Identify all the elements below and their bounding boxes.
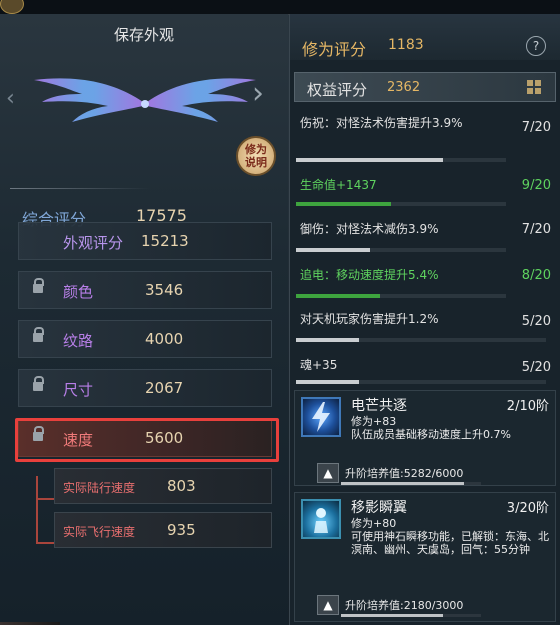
bonus-item: 魂+35 5/20 <box>290 348 560 390</box>
flight-speed-row: 实际飞行速度 935 <box>54 512 272 548</box>
stat-row-pattern[interactable]: 纹路 4000 <box>18 320 272 358</box>
skill-description: 修为+80 可使用神石瞬移功能，已解锁：东海、北溟南、幽州、天虞岛，回气：55分… <box>351 517 549 556</box>
bonus-count: 5/20 <box>521 360 551 375</box>
bonus-progress-fill <box>296 248 370 252</box>
bonus-item: 御伤：对怪法术减伤3.9% 7/20 <box>290 210 560 256</box>
bonus-progress-fill <box>296 380 359 384</box>
arrow-left-icon[interactable]: ‹ <box>6 86 15 111</box>
save-appearance-title[interactable]: 保存外观 <box>0 24 288 45</box>
bonus-text: 魂+35 <box>300 358 338 372</box>
bonus-text: 生命值+1437 <box>300 178 377 192</box>
rights-score-label: 权益评分 <box>307 81 368 99</box>
appearance-panel: 保存外观 ‹ › 修为说明 综合评分 17575 外观评分 15213 颜色 3… <box>0 0 560 625</box>
tree-connector <box>36 542 54 544</box>
upgrade-progress-text: 升阶培养值:5282/6000 <box>345 467 464 480</box>
bonus-count: 7/20 <box>521 120 551 135</box>
cultivation-header: 修为评分 1183 ? <box>290 14 560 60</box>
cultivation-right-panel: 修为评分 1183 ? 权益评分 2362 伤祝：对怪法术伤害提升3.9% 7/… <box>289 14 560 625</box>
skill-card[interactable]: 移影瞬翼 3/20阶 修为+80 可使用神石瞬移功能，已解锁：东海、北溟南、幽州… <box>294 492 556 622</box>
upgrade-arrow-icon[interactable]: ▲ <box>317 463 339 483</box>
bonus-item: 生命值+1437 9/20 <box>290 166 560 210</box>
cultivation-score-label: 修为评分 <box>302 40 367 59</box>
bonus-progress-track <box>296 338 546 342</box>
upgrade-progress-track <box>341 482 481 485</box>
bonus-item: 伤祝：对怪法术伤害提升3.9% 7/20 <box>290 108 560 166</box>
stat-label: 颜色 <box>63 283 94 301</box>
bonus-progress-fill <box>296 202 391 206</box>
bonus-text: 伤祝：对怪法术伤害提升3.9% <box>300 116 463 130</box>
help-icon[interactable]: ? <box>526 36 546 56</box>
bonus-count: 5/20 <box>521 314 551 329</box>
sub-stat-label: 实际飞行速度 <box>63 525 136 539</box>
bonus-text: 御伤：对怪法术减伤3.9% <box>300 222 439 236</box>
stat-label: 尺寸 <box>63 381 94 399</box>
sub-stat-label: 实际陆行速度 <box>63 481 136 495</box>
bonus-progress-track <box>296 380 546 384</box>
sub-stat-value: 803 <box>167 477 196 495</box>
bonus-text: 对天机玩家伤害提升1.2% <box>300 312 439 326</box>
skill-name: 电芒共逐 <box>351 398 407 414</box>
upgrade-progress-track <box>341 614 481 617</box>
lock-icon[interactable] <box>33 327 44 342</box>
wings-preview <box>34 78 256 122</box>
stat-label: 外观评分 <box>63 234 124 252</box>
bonus-count: 9/20 <box>521 178 551 193</box>
teleport-skill-icon[interactable] <box>301 499 341 539</box>
arrow-right-icon[interactable]: › <box>252 76 264 111</box>
stat-value: 15213 <box>141 232 189 250</box>
bonus-text: 追电：移动速度提升5.4% <box>300 268 439 282</box>
stat-value: 2067 <box>145 379 184 397</box>
upgrade-progress-fill <box>341 614 444 617</box>
tree-connector <box>36 498 54 500</box>
bonus-count: 7/20 <box>521 222 551 237</box>
skill-name: 移影瞬翼 <box>351 500 407 516</box>
bonus-progress-track <box>296 294 506 298</box>
skill-level: 3/20阶 <box>506 501 549 516</box>
bonus-progress-track <box>296 248 506 252</box>
speed-highlight-box <box>15 418 279 462</box>
stat-label: 纹路 <box>63 332 94 350</box>
skill-card[interactable]: 电芒共逐 2/10阶 修为+83 队伍成员基础移动速度上升0.7% ▲ 升阶培养… <box>294 390 556 486</box>
bonus-progress-fill <box>296 338 359 342</box>
stat-value: 3546 <box>145 281 184 299</box>
stat-row-appearance: 外观评分 15213 <box>18 222 272 260</box>
skill-level: 2/10阶 <box>506 399 549 414</box>
top-bar <box>0 0 560 15</box>
lock-icon[interactable] <box>33 376 44 391</box>
upgrade-progress-fill <box>341 482 465 485</box>
bonus-progress-track <box>296 158 506 162</box>
ground-speed-row: 实际陆行速度 803 <box>54 468 272 504</box>
lightning-skill-icon[interactable] <box>301 397 341 437</box>
cultivation-explain-button[interactable]: 修为说明 <box>236 136 276 176</box>
upgrade-arrow-icon[interactable]: ▲ <box>317 595 339 615</box>
bonus-progress-fill <box>296 294 380 298</box>
bonus-progress-track <box>296 202 506 206</box>
rights-score-value: 2362 <box>387 80 421 95</box>
stat-row-size[interactable]: 尺寸 2067 <box>18 369 272 407</box>
bonus-item: 追电：移动速度提升5.4% 8/20 <box>290 256 560 302</box>
rights-score-bar[interactable]: 权益评分 2362 <box>294 72 556 102</box>
upgrade-progress-text: 升阶培养值:2180/3000 <box>345 599 464 612</box>
bonus-count: 8/20 <box>521 268 551 283</box>
divider <box>10 188 150 189</box>
appearance-left-panel: 保存外观 ‹ › 修为说明 综合评分 17575 外观评分 15213 颜色 3… <box>0 14 288 625</box>
bonus-progress-fill <box>296 158 443 162</box>
bonus-item: 对天机玩家伤害提升1.2% 5/20 <box>290 302 560 348</box>
stat-value: 4000 <box>145 330 184 348</box>
cultivation-score-value: 1183 <box>388 37 424 53</box>
corner-ornament <box>0 0 24 14</box>
lock-icon[interactable] <box>33 278 44 293</box>
stat-row-color[interactable]: 颜色 3546 <box>18 271 272 309</box>
grid-icon[interactable] <box>527 80 541 94</box>
skill-description: 修为+83 队伍成员基础移动速度上升0.7% <box>351 415 511 441</box>
tree-connector <box>36 476 38 544</box>
sub-stat-value: 935 <box>167 521 196 539</box>
